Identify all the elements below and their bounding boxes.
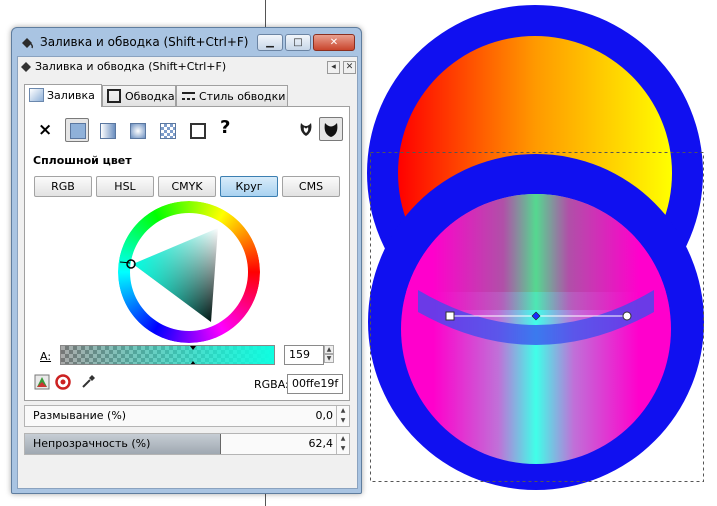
eyedropper-button[interactable]	[80, 374, 96, 390]
blur-value: 0,0	[315, 409, 334, 422]
opacity-slider[interactable]: Непрозрачность (%) 62,4 ▲ ▼	[24, 433, 350, 455]
alpha-marker-top	[190, 346, 196, 350]
no-paint-button[interactable]: ×	[38, 120, 52, 140]
mode-cmyk-button[interactable]: CMYK	[158, 176, 216, 197]
fill-rule-evenodd-icon	[300, 123, 312, 136]
paint-bucket-icon	[22, 38, 34, 49]
alpha-input[interactable]: 159	[284, 345, 324, 365]
mode-wheel-button[interactable]: Круг	[220, 176, 278, 197]
color-managed-button[interactable]	[34, 374, 50, 390]
blur-slider[interactable]: Размывание (%) 0,0 ▲ ▼	[24, 405, 350, 427]
unset-paint-button[interactable]: ?	[220, 117, 230, 138]
dock-close-button[interactable]: ✕	[343, 61, 356, 74]
out-of-gamut-icon	[55, 374, 71, 390]
mode-rgb-button[interactable]: RGB	[34, 176, 92, 197]
maximize-icon: □	[293, 37, 303, 48]
close-icon: ✕	[329, 37, 339, 48]
opacity-spin-arrows[interactable]: ▲ ▼	[336, 434, 349, 454]
stroke-tab-icon	[107, 89, 121, 103]
window-titlebar[interactable]: Заливка и обводка (Shift+Ctrl+F) ▁ □ ✕	[12, 28, 361, 56]
alpha-marker-bottom	[190, 361, 196, 364]
tab-stroke[interactable]: Обводка	[102, 85, 176, 106]
flat-color-title: Сплошной цвет	[33, 154, 132, 167]
no-paint-icon: ×	[38, 120, 53, 140]
gradient-end-handle	[622, 311, 632, 321]
alpha-down-icon[interactable]: ▼	[324, 354, 334, 363]
stroke-style-tab-icon	[182, 92, 195, 100]
opacity-label: Непрозрачность (%)	[33, 437, 151, 450]
gradient-start-handle	[445, 311, 455, 321]
alpha-label: A:	[40, 350, 52, 363]
blur-spin-arrows[interactable]: ▲ ▼	[336, 406, 349, 426]
flat-color-button[interactable]	[65, 118, 89, 142]
tab-fill-label: Заливка	[47, 89, 95, 102]
minimize-button[interactable]: ▁	[257, 34, 283, 51]
linear-gradient-button[interactable]	[95, 118, 119, 142]
flat-color-icon	[70, 123, 86, 139]
dock-paint-bucket-icon	[21, 62, 31, 72]
alpha-slider[interactable]	[60, 345, 275, 365]
unset-paint-icon: ?	[220, 117, 231, 138]
tab-stroke-label: Обводка	[125, 90, 175, 103]
alpha-spin-arrows[interactable]: ▲ ▼	[324, 345, 334, 365]
window-title: Заливка и обводка (Shift+Ctrl+F)	[40, 35, 249, 49]
color-managed-icon	[34, 374, 50, 390]
pattern-icon	[160, 123, 176, 139]
mode-hsl-button[interactable]: HSL	[96, 176, 154, 197]
dock-collapse-button[interactable]: ◂	[327, 61, 340, 74]
pattern-button[interactable]	[155, 118, 179, 142]
fill-tab-icon	[29, 88, 44, 102]
tab-fill[interactable]: Заливка	[24, 84, 102, 107]
fill-rule-nonzero-button[interactable]	[319, 117, 343, 141]
dock-title: Заливка и обводка (Shift+Ctrl+F)	[35, 60, 227, 73]
tab-stroke-style[interactable]: Стиль обводки	[176, 85, 288, 106]
radial-gradient-icon	[130, 123, 146, 139]
blur-label: Размывание (%)	[33, 409, 127, 422]
eyedropper-icon	[82, 375, 95, 388]
close-button[interactable]: ✕	[313, 34, 355, 51]
fill-rule-evenodd-button[interactable]	[298, 120, 314, 138]
swatch-button[interactable]	[185, 118, 209, 142]
opacity-value: 62,4	[308, 437, 334, 450]
alpha-up-icon[interactable]: ▲	[324, 345, 334, 354]
linear-gradient-icon	[100, 123, 116, 139]
tab-stroke-style-label: Стиль обводки	[199, 90, 286, 103]
mode-cms-button[interactable]: CMS	[282, 176, 340, 197]
radial-gradient-button[interactable]	[125, 118, 149, 142]
color-wheel[interactable]	[118, 201, 260, 343]
fill-rule-nonzero-icon	[324, 123, 338, 137]
minimize-icon: ▁	[266, 37, 274, 48]
maximize-button[interactable]: □	[285, 34, 311, 51]
rgba-input[interactable]: 00ffe19f	[287, 374, 343, 394]
swatch-icon	[190, 123, 206, 139]
out-of-gamut-button[interactable]	[55, 374, 71, 390]
rgba-label: RGBA:	[254, 378, 289, 391]
